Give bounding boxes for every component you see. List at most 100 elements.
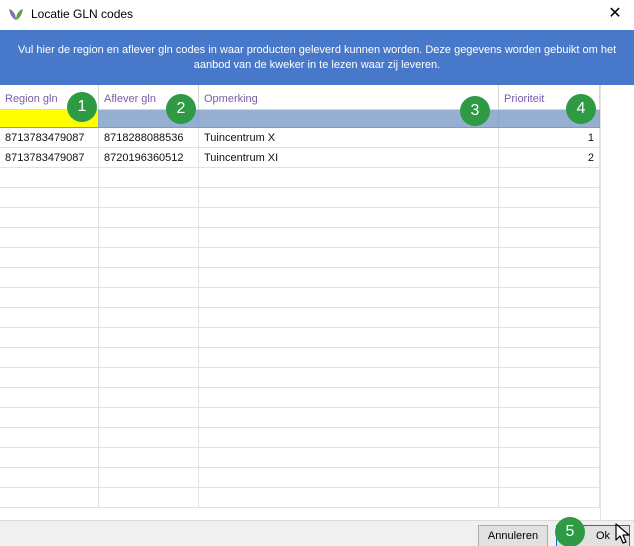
empty-cell[interactable] bbox=[0, 488, 99, 508]
empty-cell[interactable] bbox=[199, 268, 499, 288]
empty-row[interactable] bbox=[0, 168, 600, 188]
empty-cell[interactable] bbox=[99, 428, 199, 448]
empty-row[interactable] bbox=[0, 308, 600, 328]
empty-cell[interactable] bbox=[199, 428, 499, 448]
empty-row[interactable] bbox=[0, 288, 600, 308]
empty-cell[interactable] bbox=[99, 208, 199, 228]
empty-cell[interactable] bbox=[99, 448, 199, 468]
cell-prioriteit[interactable]: 2 bbox=[499, 148, 600, 168]
empty-cell[interactable] bbox=[0, 448, 99, 468]
empty-cell[interactable] bbox=[199, 408, 499, 428]
table-row[interactable]: 8713783479087 8720196360512 Tuincentrum … bbox=[0, 148, 600, 168]
empty-cell[interactable] bbox=[499, 328, 600, 348]
empty-cell[interactable] bbox=[0, 328, 99, 348]
table-row[interactable]: 8713783479087 8718288088536 Tuincentrum … bbox=[0, 128, 600, 148]
empty-cell[interactable] bbox=[199, 228, 499, 248]
cell-region-gln[interactable]: 8713783479087 bbox=[0, 128, 99, 148]
empty-cell[interactable] bbox=[199, 468, 499, 488]
empty-cell[interactable] bbox=[199, 488, 499, 508]
empty-cell[interactable] bbox=[99, 248, 199, 268]
empty-cell[interactable] bbox=[0, 388, 99, 408]
empty-cell[interactable] bbox=[99, 308, 199, 328]
empty-cell[interactable] bbox=[99, 348, 199, 368]
empty-cell[interactable] bbox=[499, 188, 600, 208]
empty-cell[interactable] bbox=[0, 408, 99, 428]
empty-row[interactable] bbox=[0, 348, 600, 368]
filter-cell-opmerking[interactable] bbox=[199, 110, 499, 128]
column-header-opmerking[interactable]: Opmerking bbox=[199, 85, 499, 110]
empty-cell[interactable] bbox=[199, 388, 499, 408]
empty-cell[interactable] bbox=[499, 168, 600, 188]
empty-cell[interactable] bbox=[499, 228, 600, 248]
empty-cell[interactable] bbox=[199, 248, 499, 268]
empty-cell[interactable] bbox=[499, 468, 600, 488]
empty-cell[interactable] bbox=[99, 268, 199, 288]
empty-cell[interactable] bbox=[99, 228, 199, 248]
empty-cell[interactable] bbox=[499, 288, 600, 308]
empty-cell[interactable] bbox=[0, 168, 99, 188]
empty-cell[interactable] bbox=[99, 188, 199, 208]
annotation-badge-3: 3 bbox=[460, 96, 490, 126]
empty-cell[interactable] bbox=[499, 408, 600, 428]
empty-row[interactable] bbox=[0, 268, 600, 288]
empty-row[interactable] bbox=[0, 468, 600, 488]
empty-cell[interactable] bbox=[499, 208, 600, 228]
empty-row[interactable] bbox=[0, 448, 600, 468]
empty-cell[interactable] bbox=[99, 328, 199, 348]
empty-row[interactable] bbox=[0, 388, 600, 408]
empty-cell[interactable] bbox=[99, 368, 199, 388]
empty-cell[interactable] bbox=[0, 248, 99, 268]
cancel-button[interactable]: Annuleren bbox=[478, 525, 548, 546]
empty-row[interactable] bbox=[0, 208, 600, 228]
empty-cell[interactable] bbox=[0, 468, 99, 488]
empty-cell[interactable] bbox=[99, 408, 199, 428]
empty-cell[interactable] bbox=[0, 368, 99, 388]
empty-cell[interactable] bbox=[99, 468, 199, 488]
empty-cell[interactable] bbox=[499, 448, 600, 468]
close-icon[interactable]: ✕ bbox=[604, 3, 626, 25]
empty-cell[interactable] bbox=[0, 188, 99, 208]
cell-aflever-gln[interactable]: 8718288088536 bbox=[99, 128, 199, 148]
empty-row[interactable] bbox=[0, 408, 600, 428]
empty-cell[interactable] bbox=[199, 368, 499, 388]
empty-cell[interactable] bbox=[499, 348, 600, 368]
cell-prioriteit[interactable]: 1 bbox=[499, 128, 600, 148]
cell-opmerking[interactable]: Tuincentrum X bbox=[199, 128, 499, 148]
empty-row[interactable] bbox=[0, 228, 600, 248]
empty-cell[interactable] bbox=[499, 308, 600, 328]
empty-cell[interactable] bbox=[0, 228, 99, 248]
empty-cell[interactable] bbox=[199, 288, 499, 308]
empty-row[interactable] bbox=[0, 368, 600, 388]
empty-cell[interactable] bbox=[499, 368, 600, 388]
empty-cell[interactable] bbox=[99, 388, 199, 408]
empty-row[interactable] bbox=[0, 488, 600, 508]
empty-cell[interactable] bbox=[499, 268, 600, 288]
empty-cell[interactable] bbox=[0, 288, 99, 308]
empty-cell[interactable] bbox=[199, 328, 499, 348]
empty-cell[interactable] bbox=[0, 348, 99, 368]
empty-cell[interactable] bbox=[199, 208, 499, 228]
empty-cell[interactable] bbox=[499, 428, 600, 448]
empty-cell[interactable] bbox=[499, 488, 600, 508]
empty-cell[interactable] bbox=[499, 248, 600, 268]
empty-cell[interactable] bbox=[0, 308, 99, 328]
empty-cell[interactable] bbox=[0, 208, 99, 228]
empty-cell[interactable] bbox=[0, 268, 99, 288]
cell-opmerking[interactable]: Tuincentrum XI bbox=[199, 148, 499, 168]
empty-cell[interactable] bbox=[199, 188, 499, 208]
empty-cell[interactable] bbox=[199, 308, 499, 328]
cell-region-gln[interactable]: 8713783479087 bbox=[0, 148, 99, 168]
empty-cell[interactable] bbox=[499, 388, 600, 408]
empty-row[interactable] bbox=[0, 248, 600, 268]
cell-aflever-gln[interactable]: 8720196360512 bbox=[99, 148, 199, 168]
empty-row[interactable] bbox=[0, 188, 600, 208]
empty-cell[interactable] bbox=[99, 288, 199, 308]
empty-cell[interactable] bbox=[0, 428, 99, 448]
empty-row[interactable] bbox=[0, 428, 600, 448]
empty-cell[interactable] bbox=[99, 488, 199, 508]
empty-row[interactable] bbox=[0, 328, 600, 348]
empty-cell[interactable] bbox=[199, 448, 499, 468]
empty-cell[interactable] bbox=[199, 168, 499, 188]
empty-cell[interactable] bbox=[199, 348, 499, 368]
empty-cell[interactable] bbox=[99, 168, 199, 188]
